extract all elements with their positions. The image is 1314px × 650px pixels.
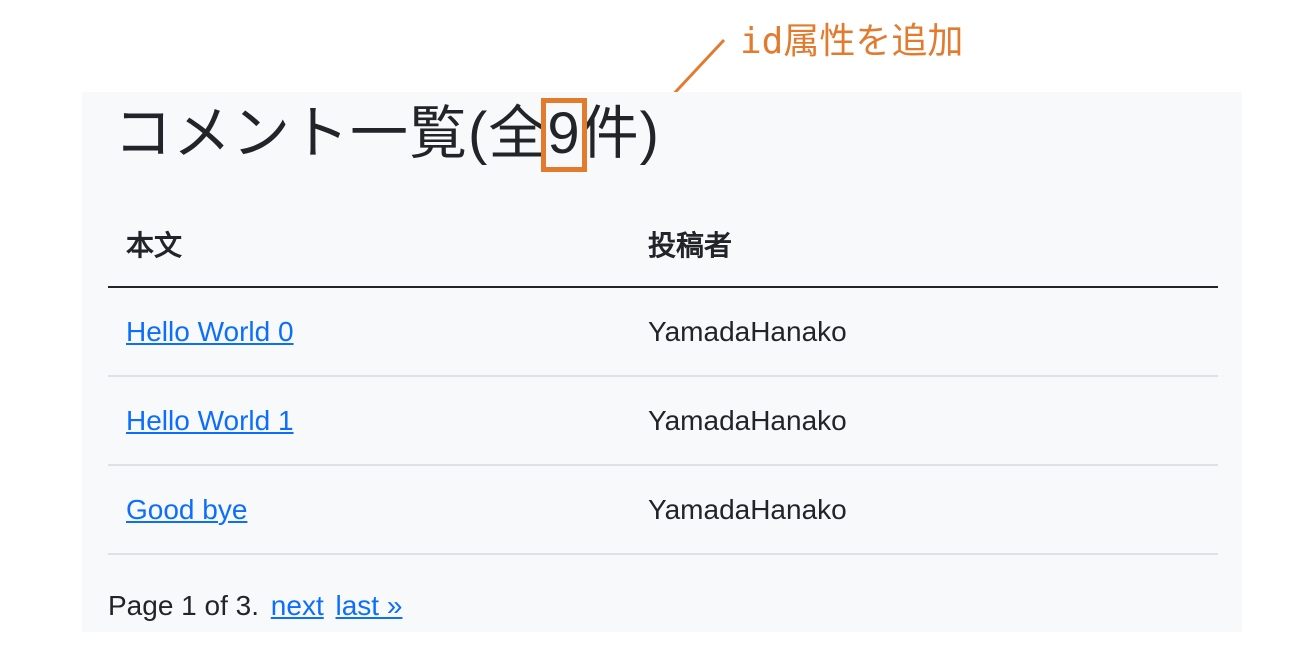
comment-author: YamadaHanako: [630, 465, 1218, 555]
column-header-author: 投稿者: [630, 206, 1218, 288]
pagination-status: Page 1 of 3.: [108, 590, 260, 621]
next-page-link[interactable]: next: [271, 590, 324, 621]
annotation-label: id属性を追加: [740, 21, 964, 62]
last-page-link[interactable]: last »: [336, 590, 403, 621]
comment-author: YamadaHanako: [630, 376, 1218, 466]
comment-link[interactable]: Hello World 0: [126, 316, 294, 347]
table-row: Good bye YamadaHanako: [108, 465, 1218, 555]
comment-link[interactable]: Hello World 1: [126, 405, 294, 436]
comment-count: 9: [541, 94, 587, 174]
comments-panel: コメント一覧(全9 件) 本文 投稿者 Hello World 0 YamadaH…: [82, 92, 1242, 632]
column-header-body: 本文: [108, 206, 630, 288]
table-row: Hello World 1 YamadaHanako: [108, 376, 1218, 466]
table-row: Hello World 0 YamadaHanako: [108, 287, 1218, 377]
title-suffix: 件): [580, 101, 660, 166]
comment-author: YamadaHanako: [630, 287, 1218, 377]
pagination: Page 1 of 3. next last »: [108, 588, 402, 624]
comments-table: 本文 投稿者 Hello World 0 YamadaHanako Hello …: [108, 206, 1218, 555]
comment-link[interactable]: Good bye: [126, 494, 247, 525]
table-header-row: 本文 投稿者: [108, 206, 1218, 288]
title-prefix: コメント一覧(全: [114, 101, 548, 166]
page-title: コメント一覧(全9 件): [114, 94, 660, 174]
